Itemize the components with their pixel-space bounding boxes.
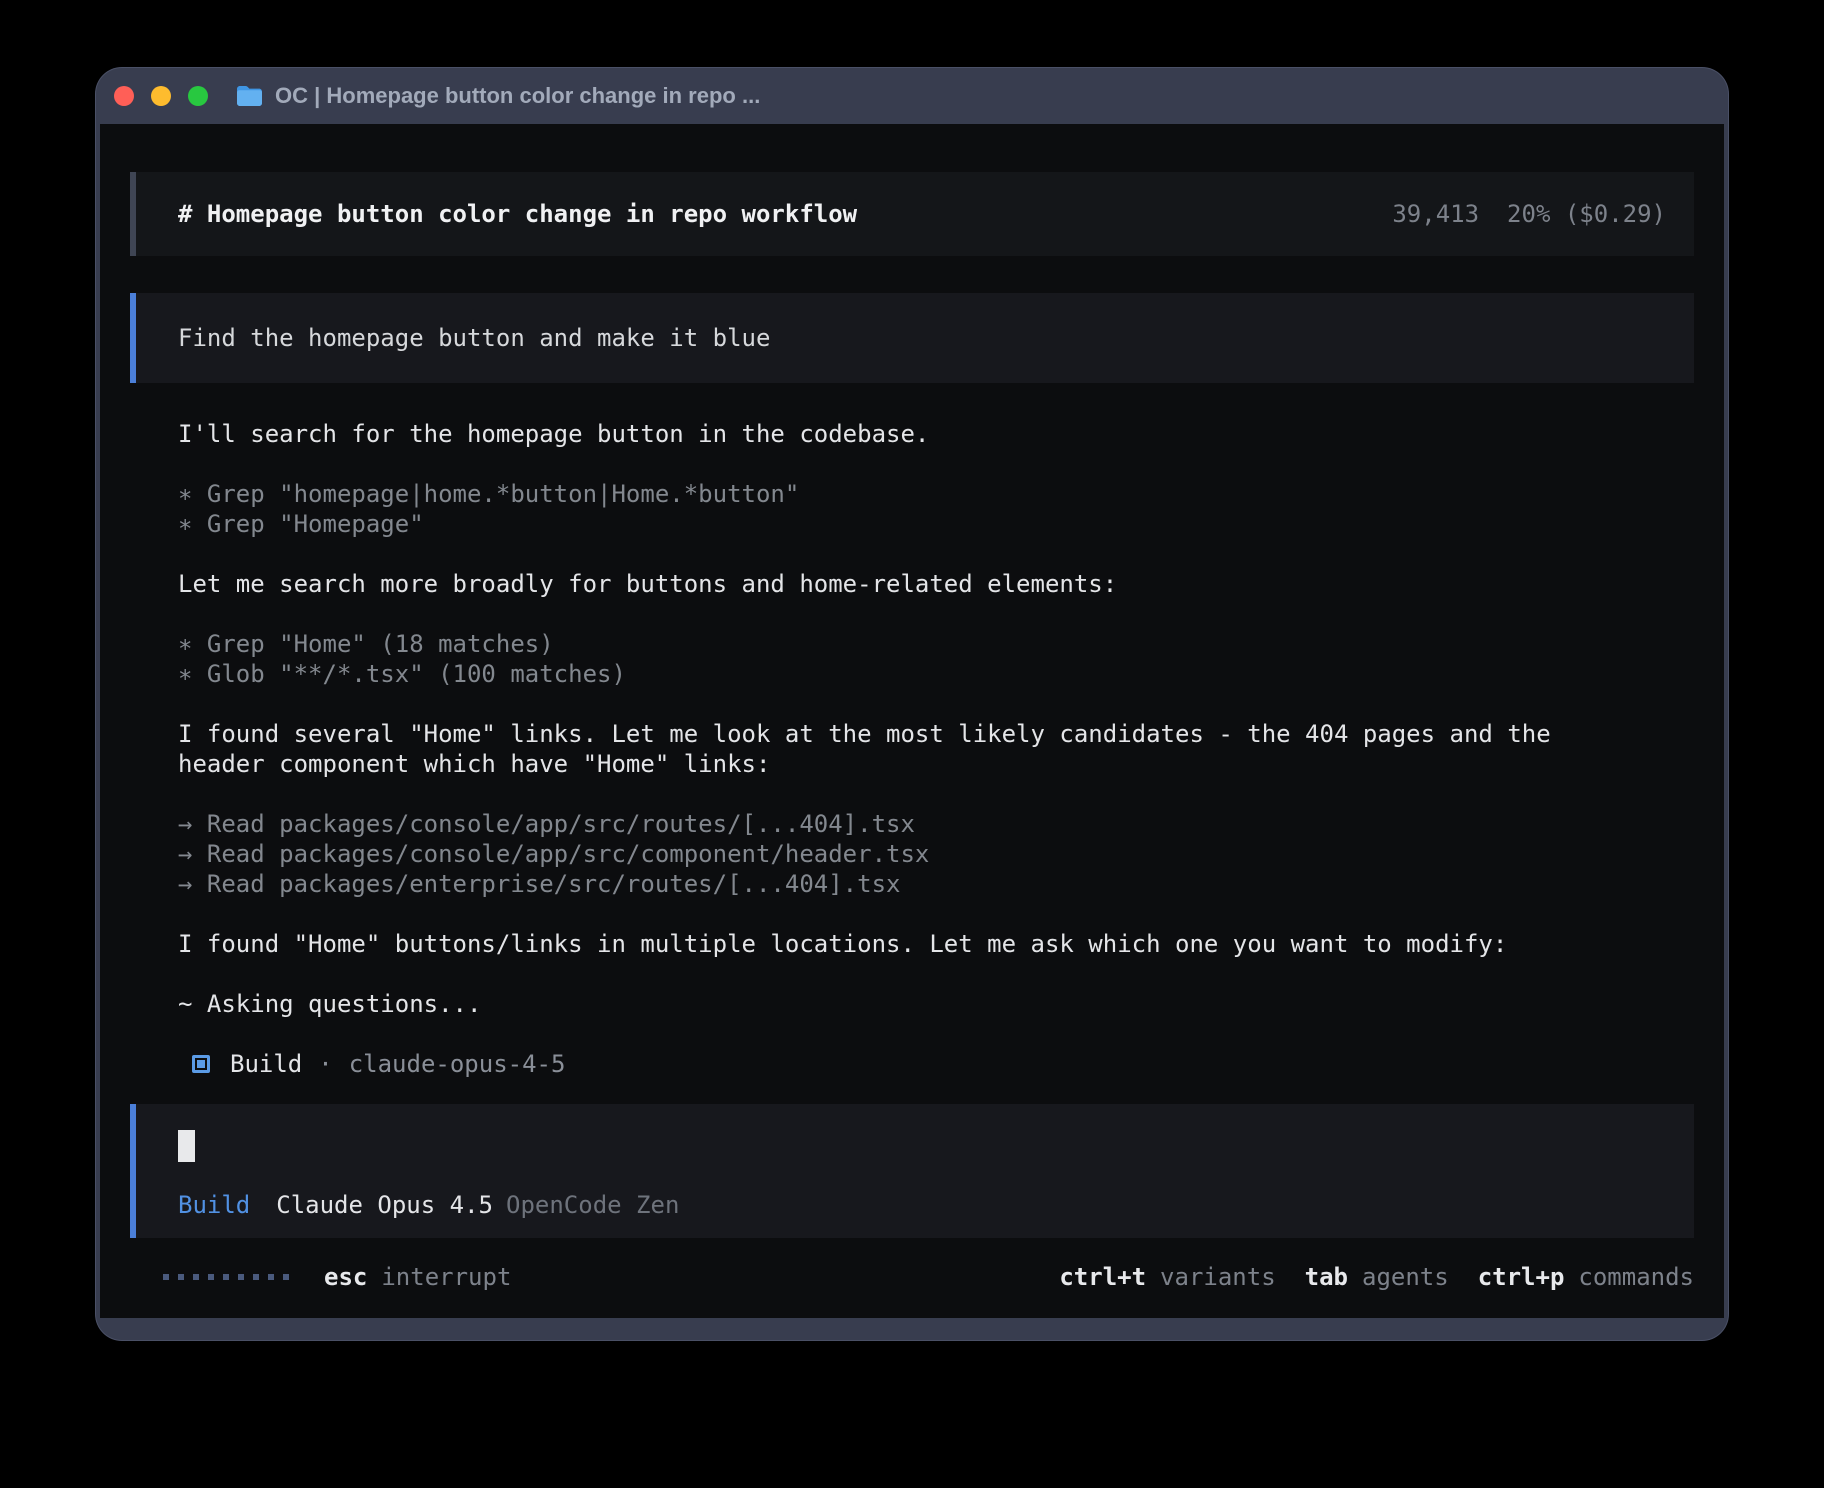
assistant-text: Let me search more broadly for buttons a… [178,569,1578,599]
tool-call-grep: ∗ Grep "Home" (18 matches) [178,629,1694,659]
status-left: esc interrupt [130,1262,511,1292]
tool-call-read: → Read packages/enterprise/src/routes/[.… [178,869,1694,899]
terminal-window: OC | Homepage button color change in rep… [96,68,1728,1340]
assistant-paragraph: I found several "Home" links. Let me loo… [178,719,1694,779]
context-usage: 20% ($0.29) [1507,199,1666,229]
tool-call-grep: ∗ Grep "Homepage" [178,509,1694,539]
spinner-dot [283,1274,289,1280]
esc-key: esc [324,1262,367,1292]
hint-agents: tab agents [1305,1262,1449,1292]
tool-call-grep: ∗ Grep "homepage|home.*button|Home.*butt… [178,479,1694,509]
minimize-button[interactable] [151,86,171,106]
tool-call-group: ∗ Grep "Home" (18 matches) ∗ Glob "**/*.… [178,629,1694,689]
zoom-button[interactable] [188,86,208,106]
spinner-dots [163,1274,289,1280]
spinner-dot [178,1274,184,1280]
assistant-status: ~ Asking questions... [178,989,1694,1019]
traffic-lights [114,86,208,106]
input-model-label: Claude Opus 4.5 [276,1190,493,1220]
tool-call-read: → Read packages/console/app/src/componen… [178,839,1694,869]
session-stats: 39,413 20% ($0.29) [1392,199,1666,229]
esc-label: interrupt [381,1262,511,1292]
status-bar: esc interrupt ctrl+t variants tab agents… [130,1262,1694,1292]
agent-separator: · [318,1049,332,1079]
assistant-paragraph: I found "Home" buttons/links in multiple… [178,929,1694,959]
hint-label: commands [1578,1262,1694,1292]
hint-label: agents [1362,1262,1449,1292]
agent-model: claude-opus-4-5 [349,1049,566,1079]
terminal-content: # Homepage button color change in repo w… [100,124,1724,1318]
hint-label: variants [1160,1262,1276,1292]
tool-call-glob: ∗ Glob "**/*.tsx" (100 matches) [178,659,1694,689]
prompt-input[interactable]: Build Claude Opus 4.5 OpenCode Zen [130,1104,1694,1238]
spinner-dot [253,1274,259,1280]
assistant-text: I'll search for the homepage button in t… [178,419,1578,449]
agent-icon-dot [197,1060,205,1068]
assistant-text: I found "Home" buttons/links in multiple… [178,929,1578,959]
spinner-dot [208,1274,214,1280]
status-right: ctrl+t variants tab agents ctrl+p comman… [1059,1262,1694,1292]
token-count: 39,413 [1392,199,1479,229]
hint-variants: ctrl+t variants [1059,1262,1275,1292]
assistant-paragraph: Let me search more broadly for buttons a… [178,569,1694,599]
input-footer: Build Claude Opus 4.5 OpenCode Zen [178,1190,1666,1220]
close-button[interactable] [114,86,134,106]
asking-questions-status: ~ Asking questions... [178,989,1578,1019]
hint-key: tab [1305,1262,1348,1292]
folder-icon [236,85,263,107]
spinner-dot [268,1274,274,1280]
text-cursor [178,1130,195,1162]
tool-call-read: → Read packages/console/app/src/routes/[… [178,809,1694,839]
agent-icon [192,1055,210,1073]
assistant-text: I found several "Home" links. Let me loo… [178,719,1578,779]
spinner-dot [163,1274,169,1280]
window-title: OC | Homepage button color change in rep… [275,83,760,109]
spinner-dot [238,1274,244,1280]
input-mode-label: Build [178,1190,250,1220]
conversation: I'll search for the homepage button in t… [130,419,1694,1079]
input-provider-label: OpenCode Zen [506,1190,679,1220]
agent-name: Build [230,1049,302,1079]
assistant-paragraph: I'll search for the homepage button in t… [178,419,1694,449]
session-title: # Homepage button color change in repo w… [178,199,857,229]
hint-key: ctrl+p [1478,1262,1565,1292]
hint-commands: ctrl+p commands [1478,1262,1694,1292]
user-message: Find the homepage button and make it blu… [130,293,1694,383]
tool-call-group: → Read packages/console/app/src/routes/[… [178,809,1694,899]
spinner-dot [223,1274,229,1280]
tool-call-group: ∗ Grep "homepage|home.*button|Home.*butt… [178,479,1694,539]
agent-status-row: Build · claude-opus-4-5 [178,1049,1694,1079]
spinner-dot [193,1274,199,1280]
session-header: # Homepage button color change in repo w… [130,172,1694,256]
window-titlebar[interactable]: OC | Homepage button color change in rep… [96,68,1728,124]
user-message-text: Find the homepage button and make it blu… [178,323,770,353]
hint-key: ctrl+t [1059,1262,1146,1292]
